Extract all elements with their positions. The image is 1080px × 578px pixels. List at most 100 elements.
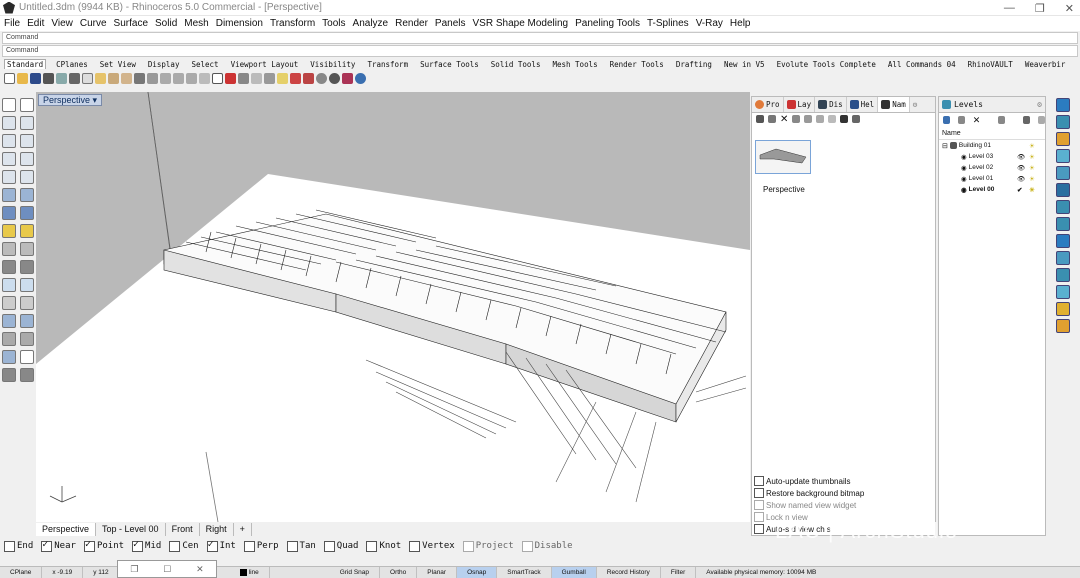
text-icon[interactable] [20,224,34,238]
trim-icon[interactable] [2,278,16,292]
level-row-03[interactable]: ◉ Level 03 👁 ☀ [939,151,1045,162]
tab-display[interactable]: Display [146,60,182,69]
osnap-project-checkbox[interactable] [462,540,474,552]
update-view-icon[interactable] [816,115,825,123]
mini-close-icon[interactable]: ✕ [196,564,204,575]
move-tool-icon[interactable] [2,296,16,310]
split-icon[interactable] [20,278,34,292]
osnap-tan[interactable]: Tan [283,540,316,552]
osnap-mid[interactable]: Mid [128,539,161,552]
menu-t-splines[interactable]: T-Splines [647,18,689,29]
mini-restore-icon[interactable]: ❐ [130,564,138,575]
eye-icon[interactable]: ◉ [961,153,967,161]
panel-tab-named-views[interactable]: Nam [878,97,910,112]
perspective-viewport[interactable] [36,92,750,522]
offset-curve-icon[interactable] [20,170,34,184]
tab-rhinovault[interactable]: RhinoVAULT [966,60,1015,69]
menu-paneling-tools[interactable]: Paneling Tools [575,18,640,29]
osnap-mid-checkbox[interactable] [132,539,144,552]
restore-icon[interactable]: ❐ [1035,2,1045,15]
level-00-light-icon[interactable]: ☀ [1029,186,1035,194]
status-planar[interactable]: Planar [417,567,458,578]
save-icon[interactable] [30,72,41,84]
menu-render[interactable]: Render [395,18,428,29]
show-widget-checkbox[interactable] [754,500,764,510]
select-arrow-icon[interactable] [2,98,16,112]
view-grid-icon[interactable] [840,115,849,123]
menu-solid[interactable]: Solid [155,18,177,29]
help-icon[interactable] [355,72,366,84]
wall-icon[interactable] [1056,132,1070,146]
extrude-icon[interactable] [20,188,34,202]
paste-icon[interactable] [95,72,106,84]
pan-hand-icon[interactable] [121,72,132,84]
tab-evolute-tools[interactable]: Evolute Tools Complete [775,60,878,69]
osnap-near-checkbox[interactable] [41,539,53,552]
osnap-knot[interactable]: Knot [362,540,401,552]
tab-weaverbird[interactable]: Weaverbir [1023,60,1068,69]
status-gumball[interactable]: Gumball [551,567,597,578]
delete-view-icon[interactable]: ✕ [780,114,788,125]
building-row[interactable]: ⊟ Building 01 ☀ [939,140,1045,151]
rectangle-icon[interactable] [2,152,16,166]
render-tool-icon[interactable] [2,368,16,382]
named-view-thumbnail[interactable] [755,140,811,174]
ellipse-icon[interactable] [2,170,16,184]
delete-level-icon[interactable]: ✕ [973,115,981,126]
osnap-vertex[interactable]: Vertex [405,540,455,552]
menu-mesh[interactable]: Mesh [184,18,208,29]
circle-icon[interactable] [2,134,16,148]
osnap-int-checkbox[interactable] [206,539,218,552]
mirror-icon[interactable] [20,332,34,346]
annotation-icon[interactable] [1056,302,1070,316]
shade-icon[interactable] [316,72,327,84]
panel-tab-display[interactable]: Dis [815,97,847,112]
level-02-light-icon[interactable]: ☀ [1029,164,1035,172]
tab-solid-tools[interactable]: Solid Tools [489,60,543,69]
polygon-icon[interactable] [20,152,34,166]
view-list-icon[interactable] [852,115,861,123]
levels-settings-gear-icon[interactable]: ⚙ [1037,100,1045,109]
menu-view[interactable]: View [51,18,73,29]
layers-stack-icon[interactable] [1056,251,1070,265]
boolean-diff-icon[interactable] [20,314,34,328]
osnap-vertex-checkbox[interactable] [409,540,421,552]
lock-view-checkbox[interactable] [754,512,764,522]
level-01-light-icon[interactable]: ☀ [1029,175,1035,183]
command-input[interactable]: Command [2,45,1078,57]
polyline-icon[interactable] [2,116,16,130]
level-03-visible-icon[interactable]: 👁 [1017,153,1025,161]
roof-icon[interactable] [1056,166,1070,180]
rename-view-icon[interactable] [804,115,813,123]
eye-icon[interactable]: ◉ [961,175,967,183]
tab-transform[interactable]: Transform [365,60,410,69]
menu-tools[interactable]: Tools [322,18,345,29]
option-show-widget[interactable]: Show named view widget [752,499,935,511]
level-row-01[interactable]: ◉ Level 01 👁 ☀ [939,173,1045,184]
osnap-point-checkbox[interactable] [83,539,95,552]
panel-tab-layers[interactable]: Lay [784,97,816,112]
level-options-icon[interactable] [957,116,965,124]
print-icon[interactable] [43,72,54,84]
dimension-icon[interactable] [2,224,16,238]
menu-curve[interactable]: Curve [80,18,107,29]
menu-panels[interactable]: Panels [435,18,466,29]
tab-surface-tools[interactable]: Surface Tools [418,60,481,69]
menu-analyze[interactable]: Analyze [353,18,389,29]
option-auto-update-thumbnails[interactable]: Auto-update thumbnails [752,475,935,487]
array-icon[interactable] [2,332,16,346]
osnap-knot-checkbox[interactable] [366,540,378,552]
vp-tab-front[interactable]: Front [166,522,200,536]
status-cplane[interactable]: CPlane [0,567,43,578]
level-grid-icon[interactable] [1023,116,1031,124]
vp-tab-top-level-00[interactable]: Top - Level 00 [96,522,166,536]
mini-maximize-icon[interactable]: ☐ [163,564,171,575]
eye-icon[interactable]: ◉ [961,164,967,172]
level-stack-icon[interactable] [1056,115,1070,129]
open-file-icon[interactable] [17,72,28,84]
rotate-view-icon[interactable] [134,72,145,84]
level-row-00[interactable]: ◉ Level 00 ✔ ☀ [939,184,1045,195]
level-row-02[interactable]: ◉ Level 02 👁 ☀ [939,162,1045,173]
tab-render-tools[interactable]: Render Tools [608,60,666,69]
menu-edit[interactable]: Edit [27,18,44,29]
